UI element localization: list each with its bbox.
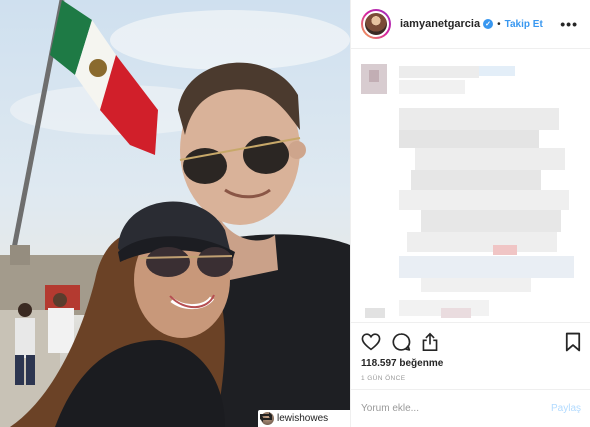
caption-blurred bbox=[351, 50, 590, 322]
more-icon[interactable]: ••• bbox=[560, 16, 578, 32]
heart-icon[interactable] bbox=[361, 333, 381, 351]
header-separator: • bbox=[497, 18, 501, 30]
photo-scene bbox=[0, 0, 350, 427]
post-header: iamyanetgarcia ✓ • Takip Et ••• bbox=[351, 0, 590, 49]
post-photo[interactable]: lewishowes bbox=[0, 0, 350, 427]
likes-count[interactable]: 118.597 beğenme bbox=[361, 358, 581, 369]
verified-icon: ✓ bbox=[483, 19, 494, 29]
post-comment-button[interactable]: Paylaş bbox=[551, 403, 581, 414]
post-sidebar: iamyanetgarcia ✓ • Takip Et ••• 118.597 … bbox=[350, 0, 590, 427]
comment-box: Paylaş bbox=[351, 389, 590, 427]
comment-icon[interactable] bbox=[391, 332, 411, 352]
post-actions: 118.597 beğenme 1 GÜN ÖNCE bbox=[351, 322, 590, 382]
follow-button[interactable]: Takip Et bbox=[505, 19, 543, 30]
repost-tag[interactable]: lewishowes bbox=[258, 410, 350, 427]
avatar[interactable] bbox=[361, 9, 391, 39]
share-icon[interactable] bbox=[421, 332, 439, 352]
repost-icon bbox=[260, 412, 272, 422]
action-icons bbox=[361, 331, 581, 353]
post-timestamp: 1 GÜN ÖNCE bbox=[361, 375, 406, 382]
bookmark-icon[interactable] bbox=[565, 332, 581, 352]
comment-input[interactable] bbox=[361, 403, 531, 414]
repost-username: lewishowes bbox=[277, 413, 329, 424]
username-link[interactable]: iamyanetgarcia bbox=[400, 18, 480, 30]
